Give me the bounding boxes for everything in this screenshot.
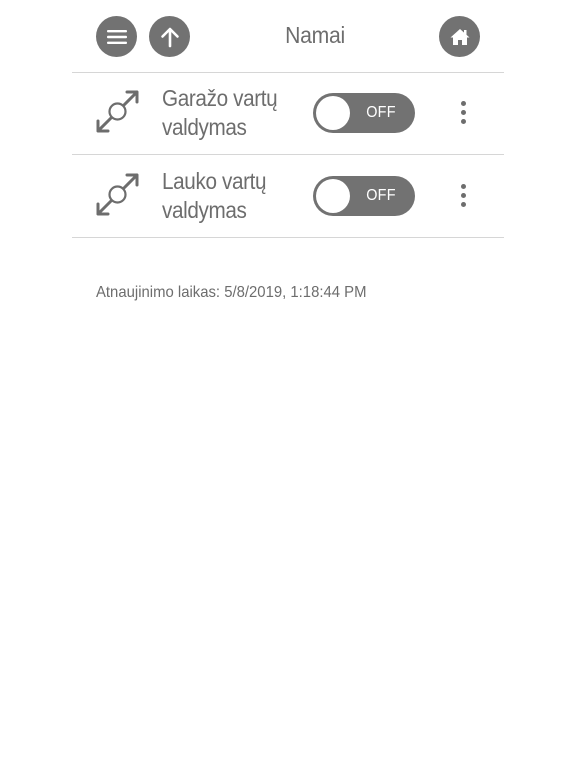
kebab-dot [461,119,466,124]
device-row-yard-gate: Lauko vartų valdymas OFF [72,156,504,238]
home-button[interactable] [439,16,480,57]
device-label-line1: Lauko vartų [162,168,267,194]
toggle-knob [316,179,350,213]
kebab-dot [461,202,466,207]
gate-expand-icon [96,90,139,133]
arrow-up-icon [160,27,179,47]
gate-expand-icon [96,173,139,216]
device-label: Lauko vartų valdymas [162,167,288,225]
kebab-dot [461,193,466,198]
device-label-line1: Garažo vartų [162,85,278,111]
row-divider [72,237,504,238]
device-row-garage-gate: Garažo vartų valdymas OFF [72,73,504,155]
row-divider [72,154,504,155]
toggle-state-label: OFF [366,104,396,121]
more-options-button[interactable] [452,101,476,127]
kebab-dot [461,101,466,106]
more-options-button[interactable] [452,184,476,210]
toggle-knob [316,96,350,130]
navigate-up-button[interactable] [149,16,190,57]
last-update-label: Atnaujinimo laikas: [96,284,221,301]
menu-button[interactable] [96,16,137,57]
device-label: Garažo vartų valdymas [162,84,288,142]
kebab-dot [461,184,466,189]
toggle-state-label: OFF [366,187,396,204]
garage-gate-toggle[interactable]: OFF [313,93,415,133]
kebab-dot [461,110,466,115]
device-label-line2: valdymas [162,114,247,140]
last-update-info: Atnaujinimo laikas: 5/8/2019, 1:18:44 PM [96,284,366,302]
home-icon [450,28,469,45]
device-label-line2: valdymas [162,197,247,223]
yard-gate-toggle[interactable]: OFF [313,176,415,216]
last-update-time: 5/8/2019, 1:18:44 PM [224,284,367,301]
page-title: Namai [285,22,345,48]
menu-icon [106,29,127,44]
